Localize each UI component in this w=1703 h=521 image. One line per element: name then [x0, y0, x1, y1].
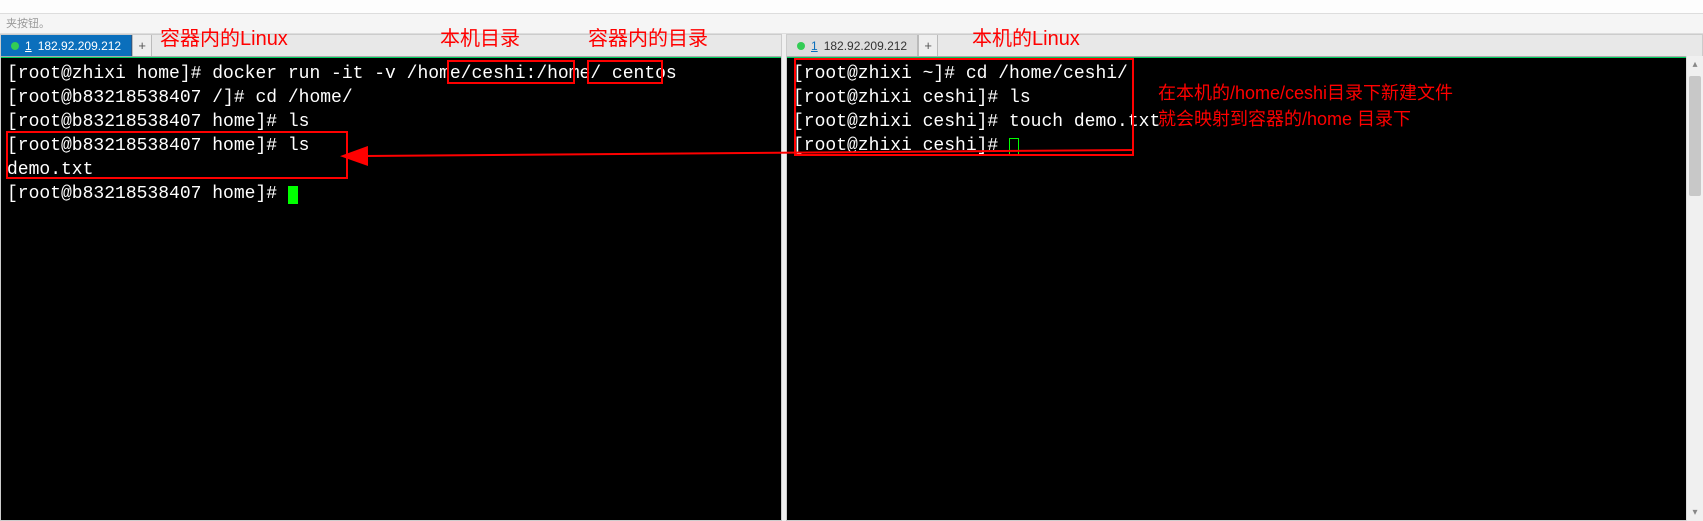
term-line: [root@b83218538407 /]# cd /home/ [7, 86, 775, 110]
term-line: [root@zhixi ceshi]# [793, 134, 1696, 158]
anno-host-dir: 本机目录 [440, 22, 520, 51]
left-terminal[interactable]: [root@zhixi home]# docker run -it -v /ho… [1, 57, 781, 520]
term-line: demo.txt [7, 158, 775, 182]
term-line: [root@b83218538407 home]# ls [7, 110, 775, 134]
anno-explanation-line2: 就会映射到容器的/home 目录下 [1158, 106, 1453, 132]
term-line: [root@b83218538407 home]# ls [7, 134, 775, 158]
anno-explanation: 在本机的/home/ceshi目录下新建文件 就会映射到容器的/home 目录下 [1158, 80, 1453, 132]
anno-host-linux: 本机的Linux [972, 22, 1080, 51]
term-line: [root@zhixi home]# docker run -it -v /ho… [7, 62, 775, 86]
left-pane: 1 182.92.209.212 + [root@zhixi home]# do… [0, 34, 782, 521]
term-line: [root@b83218538407 home]# [7, 182, 775, 206]
anno-container-linux: 容器内的Linux [160, 22, 288, 51]
cursor-icon [288, 186, 298, 204]
anno-container-dir: 容器内的目录 [588, 22, 708, 51]
window-top-strip [0, 0, 1703, 14]
vertical-scrollbar[interactable]: ▴ ▾ [1686, 56, 1703, 521]
anno-explanation-line1: 在本机的/home/ceshi目录下新建文件 [1158, 80, 1453, 106]
cursor-outline-icon [1009, 138, 1019, 156]
scrollbar-thumb[interactable] [1689, 76, 1701, 196]
scroll-up-icon[interactable]: ▴ [1687, 56, 1703, 73]
top-annotations: 容器内的Linux 本机目录 容器内的目录 本机的Linux [0, 22, 1703, 52]
scroll-down-icon[interactable]: ▾ [1687, 504, 1703, 521]
